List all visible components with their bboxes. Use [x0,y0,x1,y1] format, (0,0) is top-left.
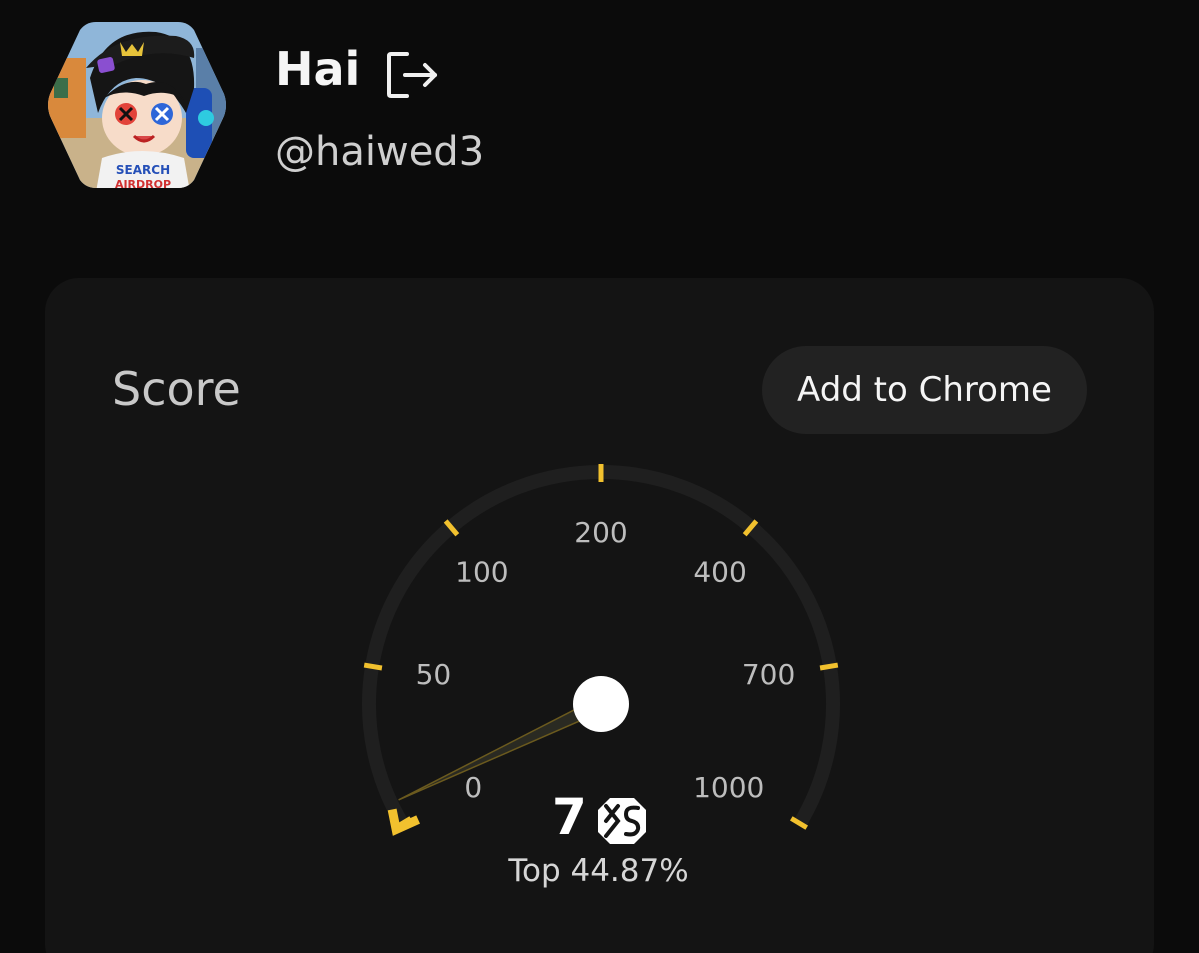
xs-logo-icon [596,796,648,846]
logout-icon[interactable] [383,48,441,102]
profile-page: SEARCH AIRDROP Hai @haiwed3 Score Add to… [0,0,1199,953]
add-to-chrome-button[interactable]: Add to Chrome [762,346,1087,434]
user-handle: @haiwed3 [275,129,485,175]
avatar-shirt-text-2: AIRDROP [115,178,171,191]
rank-text: Top 44.87% [0,856,1199,887]
profile-name: Hai [275,42,361,96]
score-value: 7 [552,788,587,846]
rank-percentile: Top 44.87% [508,853,689,889]
avatar-image: SEARCH AIRDROP [48,22,226,191]
avatar-shirt-text: SEARCH [116,163,170,177]
avatar[interactable]: SEARCH AIRDROP [46,18,228,192]
score-title: Score [112,362,241,416]
